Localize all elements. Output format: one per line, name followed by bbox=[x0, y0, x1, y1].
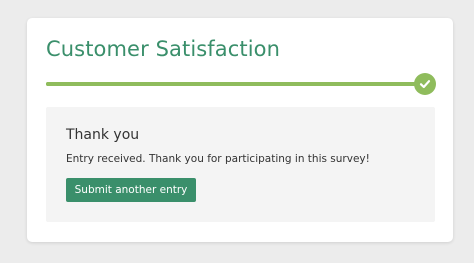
completion-heading: Thank you bbox=[66, 127, 140, 143]
progress-bar bbox=[46, 82, 426, 86]
check-icon bbox=[419, 80, 431, 89]
completion-message: Entry received. Thank you for participat… bbox=[66, 153, 370, 165]
completion-panel: Thank you Entry received. Thank you for … bbox=[46, 107, 435, 222]
progress-bar-fill bbox=[46, 82, 426, 86]
survey-title: Customer Satisfaction bbox=[46, 37, 281, 61]
progress-complete-badge bbox=[414, 73, 436, 95]
submit-another-entry-button[interactable]: Submit another entry bbox=[66, 178, 196, 202]
survey-card: Customer Satisfaction Thank you Entry re… bbox=[27, 18, 453, 242]
